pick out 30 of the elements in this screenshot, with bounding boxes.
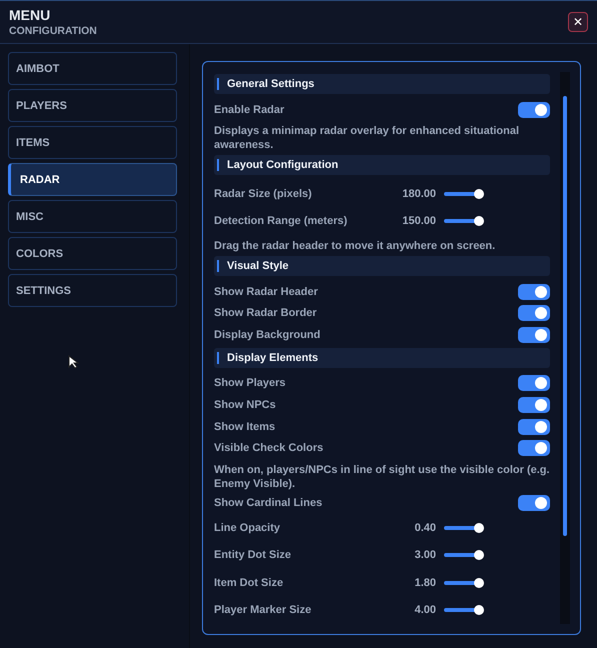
setting-label: Player Marker Size (214, 604, 312, 616)
setting-label: Show Items (214, 420, 276, 433)
setting-label: Item Dot Size (214, 576, 284, 589)
description-text: Drag the radar header to move it anywhere on screen. (214, 239, 496, 254)
setting-label: Show NPCs (214, 398, 276, 411)
setting-label: Show Radar Header (214, 286, 318, 298)
description-text: Displays a minimap radar overlay for enhanced situational awareness. (214, 124, 520, 152)
slider-value: 0.40 (414, 522, 436, 534)
setting-label: Show Cardinal Lines (214, 496, 322, 509)
setting-label: Entity Dot Size (214, 549, 292, 562)
setting-label: Show Players (214, 377, 286, 390)
section-title: Display Elements (227, 352, 318, 364)
description-text: When on, players/NPCs in line of sight use the visible color (e.g. Enemy Visible). (214, 463, 550, 492)
section-title: Visual Style (227, 260, 289, 272)
slider-value: 4.00 (414, 604, 436, 616)
slider-value: 3.00 (414, 549, 436, 562)
setting-label: Visible Check Colors (214, 442, 324, 454)
slider-value: 150.00 (401, 215, 436, 228)
setting-label: Radar Size (pixels) (214, 188, 313, 200)
slider-value: 180.00 (401, 188, 436, 200)
menu-subtitle: CONFIGURATION (9, 25, 97, 37)
section-title: General Settings (227, 78, 314, 90)
setting-label: Line Opacity (214, 522, 282, 534)
menu-title: MENU (9, 7, 52, 23)
section-title: Layout Configuration (227, 159, 338, 172)
slider-value: 1.80 (414, 576, 436, 589)
setting-label: Show Radar Border (214, 307, 317, 320)
setting-label: Detection Range (meters) (214, 215, 348, 228)
setting-label: Display Background (214, 328, 320, 341)
setting-label: Enable Radar (214, 104, 284, 116)
